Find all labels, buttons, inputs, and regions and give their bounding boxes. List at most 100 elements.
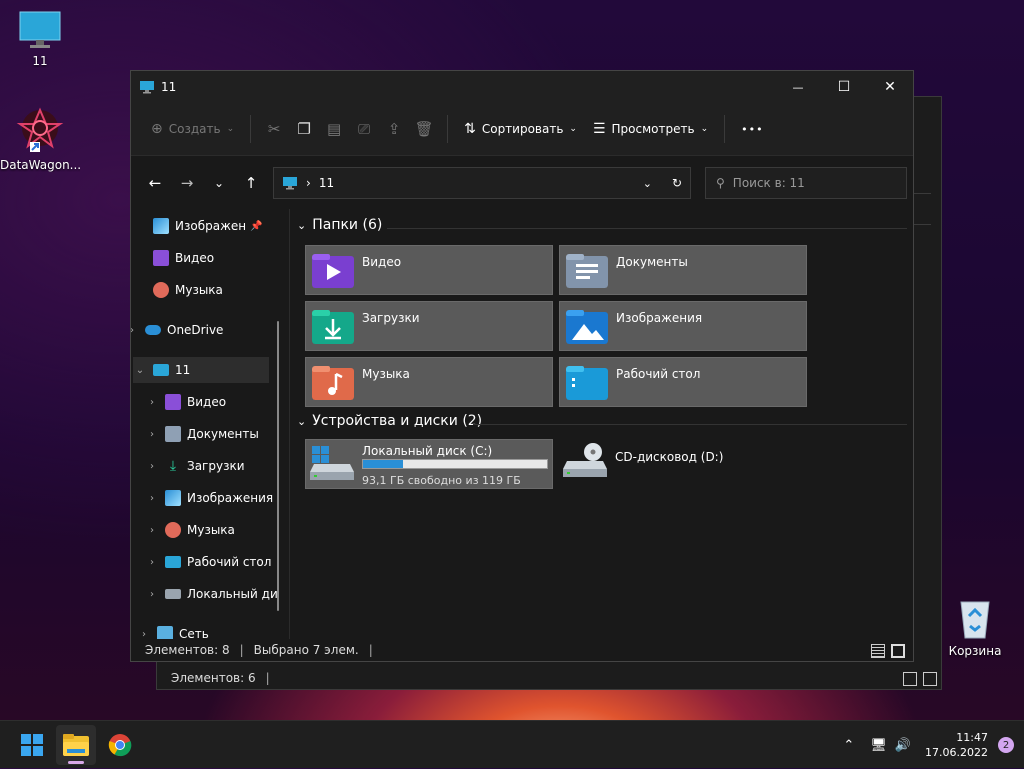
drive-label: Локальный диск (C:): [362, 444, 493, 458]
drive-tile-d[interactable]: CD-дисковод (D:): [559, 439, 807, 489]
arrow-left-icon: ←: [148, 174, 162, 192]
show-hidden-icons-chevron-icon[interactable]: ⌃: [843, 738, 854, 753]
chevron-right-icon[interactable]: ›: [145, 589, 159, 600]
folders-header-label: Папки (6): [312, 217, 383, 233]
close-button[interactable]: ✕: [867, 71, 913, 103]
folder-tile-downloads[interactable]: Загрузки: [305, 301, 553, 351]
nav-item-label: OneDrive: [167, 323, 224, 337]
drive-tile-c[interactable]: Локальный диск (C:) 93,1 ГБ свободно из …: [305, 439, 553, 489]
chevron-right-icon[interactable]: ›: [145, 461, 159, 472]
chevron-down-icon[interactable]: ⌄: [133, 365, 147, 376]
search-field[interactable]: ⚲ Поиск в: 11: [705, 167, 907, 199]
back-button[interactable]: ←: [139, 167, 171, 199]
nav-item-music[interactable]: › Музыка: [145, 517, 281, 543]
chevron-down-icon[interactable]: ⌄: [643, 177, 652, 190]
folders-group-header[interactable]: ⌄ Папки (6): [297, 217, 382, 233]
status-bar: Элементов: 8 | Выбрано 7 элем. |: [131, 639, 913, 661]
folder-tile-music[interactable]: Музыка: [305, 357, 553, 407]
nav-item-downloads[interactable]: › ⤓ Загрузки: [145, 453, 281, 479]
recent-locations-button[interactable]: ⌄: [203, 167, 235, 199]
drive-usage-bar: [362, 459, 548, 469]
folder-tile-videos[interactable]: Видео: [305, 245, 553, 295]
forward-button[interactable]: →: [171, 167, 203, 199]
taskbar-chrome[interactable]: [100, 725, 140, 765]
downloads-folder-icon: [312, 310, 354, 344]
desktop-icon-datawagon[interactable]: DataWagon...: [0, 106, 80, 172]
cut-button[interactable]: ✂: [259, 113, 289, 145]
minimize-button[interactable]: —: [775, 71, 821, 103]
nav-item-label: 11: [175, 363, 191, 377]
nav-item-network[interactable]: › Сеть: [137, 621, 273, 639]
arrow-up-icon: ↑: [244, 174, 258, 192]
view-list-icon: ☰: [592, 121, 606, 137]
chevron-right-icon[interactable]: ›: [145, 493, 159, 504]
nav-item-videos-quick[interactable]: Видео: [133, 245, 269, 271]
nav-item-label: Музыка: [175, 283, 223, 297]
toolbar-divider: [250, 115, 252, 143]
folder-tile-desktop[interactable]: Рабочий стол: [559, 357, 807, 407]
nav-item-local-disk[interactable]: › Локальный ди: [145, 581, 281, 607]
rename-button[interactable]: ⎚: [349, 113, 379, 145]
chevron-right-icon[interactable]: ›: [131, 325, 139, 336]
maximize-button[interactable]: ☐: [821, 71, 867, 103]
chevron-right-icon[interactable]: ›: [145, 397, 159, 408]
windows-drive-icon: [310, 446, 354, 480]
start-button[interactable]: [12, 725, 52, 765]
breadcrumb-separator-icon: ›: [306, 176, 311, 190]
volume-icon[interactable]: 🔊: [895, 738, 911, 753]
sort-button[interactable]: ⇅ Сортировать ⌄: [456, 113, 585, 145]
navigation-scrollbar[interactable]: [277, 321, 279, 611]
monitor-icon: [153, 364, 169, 376]
command-bar: ⊕ Создать ⌄ ✂ ❐ ▤ ⎚ ⇪ 🗑 ⇅ Сортировать ⌄ …: [131, 103, 913, 156]
nav-item-documents[interactable]: › Документы: [145, 421, 281, 447]
view-buttons: [903, 672, 937, 686]
taskbar-file-explorer[interactable]: [56, 725, 96, 765]
share-button[interactable]: ⇪: [379, 113, 409, 145]
explorer-window[interactable]: 11 — ☐ ✕ ⊕ Создать ⌄ ✂ ❐ ▤ ⎚ ⇪ 🗑 ⇅ Сорти…: [130, 70, 914, 662]
search-placeholder: Поиск в: 11: [732, 176, 805, 190]
system-tray: ⌃ 🖥 🔊 11:47 17.06.2022 2: [843, 721, 1024, 769]
chevron-right-icon[interactable]: ›: [145, 557, 159, 568]
desktop-icon-this-pc[interactable]: 11: [0, 10, 80, 68]
nav-item-music-quick[interactable]: Музыка: [133, 277, 269, 303]
up-button[interactable]: ↑: [235, 167, 267, 199]
more-options-button[interactable]: •••: [733, 113, 771, 145]
address-field[interactable]: › 11 ⌄ ↻: [273, 167, 691, 199]
tiles-view-button[interactable]: [923, 672, 937, 686]
details-view-button[interactable]: [871, 644, 885, 658]
chevron-right-icon[interactable]: ›: [145, 429, 159, 440]
nav-item-pictures-quick[interactable]: Изображен 📌: [133, 213, 269, 239]
clock[interactable]: 11:47 17.06.2022: [925, 730, 988, 760]
clock-time: 11:47: [956, 731, 988, 744]
notification-badge[interactable]: 2: [998, 737, 1014, 753]
status-selected-count: Выбрано 7 элем.: [253, 643, 359, 657]
folder-tile-documents[interactable]: Документы: [559, 245, 807, 295]
drives-group-header[interactable]: ⌄ Устройства и диски (2): [297, 413, 482, 429]
tiles-view-button[interactable]: [891, 644, 905, 658]
refresh-icon[interactable]: ↻: [672, 176, 682, 190]
copy-button[interactable]: ❐: [289, 113, 319, 145]
share-icon: ⇪: [387, 120, 401, 138]
desktop-icon-recycle-bin[interactable]: Корзина: [935, 596, 1015, 658]
folder-tile-pictures[interactable]: Изображения: [559, 301, 807, 351]
breadcrumb[interactable]: 11: [319, 176, 635, 190]
view-button[interactable]: ☰ Просмотреть ⌄: [585, 113, 716, 145]
create-button[interactable]: ⊕ Создать ⌄: [143, 113, 242, 145]
nav-item-this-pc[interactable]: ⌄ 11: [133, 357, 269, 383]
nav-item-pictures[interactable]: › Изображения: [145, 485, 281, 511]
network-icon[interactable]: 🖥: [870, 738, 887, 753]
nav-item-desktop[interactable]: › Рабочий стол: [145, 549, 281, 575]
chevron-right-icon[interactable]: ›: [145, 525, 159, 536]
title-bar[interactable]: 11 — ☐ ✕: [131, 71, 913, 103]
nav-item-onedrive[interactable]: › OneDrive: [131, 317, 261, 343]
paste-button[interactable]: ▤: [319, 113, 349, 145]
nav-item-videos[interactable]: › Видео: [145, 389, 281, 415]
chevron-right-icon[interactable]: ›: [137, 629, 151, 640]
delete-button[interactable]: 🗑: [409, 113, 439, 145]
details-view-button[interactable]: [903, 672, 917, 686]
onedrive-icon: [145, 325, 161, 335]
group-divider: [473, 424, 907, 425]
desktop-icon-label: 11: [32, 54, 48, 68]
status-item-count: Элементов: 8: [145, 643, 230, 657]
view-label: Просмотреть: [611, 122, 695, 136]
